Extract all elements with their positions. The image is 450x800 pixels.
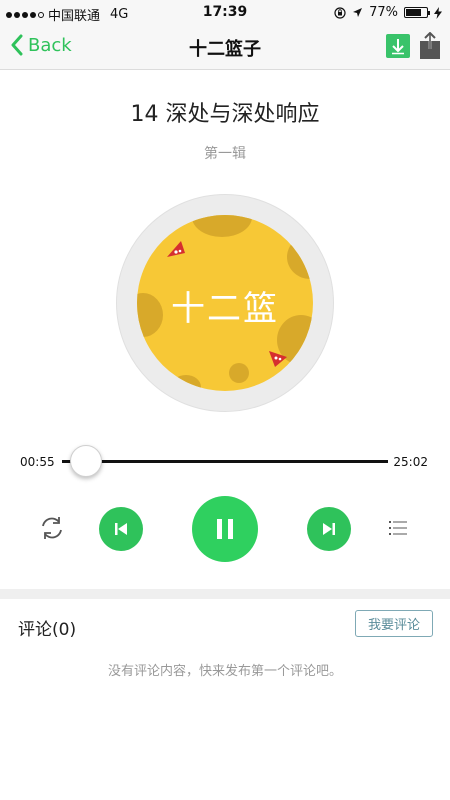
status-bar: 中国联通 4G 17:39 77% — [0, 0, 450, 24]
comments-title: 评论(0) — [18, 620, 77, 640]
cheese-icon — [167, 241, 185, 257]
progress-bar[interactable] — [62, 460, 388, 463]
charging-bolt-icon — [434, 6, 442, 19]
cover-crater — [287, 235, 313, 279]
section-divider — [0, 589, 450, 599]
comments-empty-text: 没有评论内容，快来发布第一个评论吧。 — [107, 664, 342, 679]
playlist-button[interactable] — [386, 516, 410, 540]
album-name: 第一辑 — [204, 146, 246, 162]
current-time: 00:55 — [20, 455, 55, 469]
next-icon — [323, 523, 335, 535]
nav-bar: Back 十二篮子 — [0, 24, 450, 70]
location-arrow-icon — [353, 8, 363, 17]
cover-title: 十二篮 — [171, 289, 279, 329]
share-button[interactable] — [418, 32, 442, 60]
battery-percent: 77% — [369, 5, 398, 20]
cover-crater — [192, 215, 252, 237]
album-disc: 十二篮 — [116, 194, 334, 412]
cover-crater — [171, 375, 201, 391]
album-cover: 十二篮 — [137, 215, 313, 391]
download-button[interactable] — [386, 34, 410, 58]
playlist-icon — [389, 521, 407, 535]
write-comment-button[interactable]: 我要评论 — [355, 610, 433, 637]
download-icon — [392, 39, 404, 55]
previous-button[interactable] — [99, 507, 143, 551]
progress-thumb[interactable] — [70, 445, 102, 477]
status-right: 77% — [334, 5, 442, 20]
repeat-button[interactable] — [38, 514, 66, 542]
repeat-icon — [42, 517, 62, 539]
track-title: 14 深处与深处响应 — [130, 102, 320, 127]
next-button[interactable] — [307, 507, 351, 551]
previous-icon — [115, 523, 127, 535]
total-time: 25:02 — [393, 455, 428, 469]
cheese-icon — [269, 351, 287, 367]
pause-button[interactable] — [192, 496, 258, 562]
page-title: 十二篮子 — [189, 39, 261, 60]
cover-crater — [229, 363, 249, 383]
orientation-lock-icon — [334, 6, 346, 19]
battery-icon — [404, 7, 430, 18]
pause-icon — [217, 519, 233, 539]
share-icon — [420, 32, 440, 59]
